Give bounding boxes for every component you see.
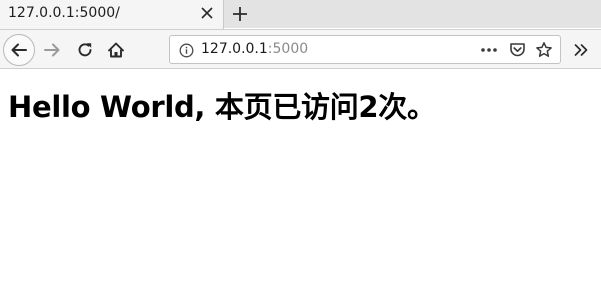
pocket-icon[interactable] — [508, 41, 526, 59]
reload-button[interactable] — [74, 39, 96, 61]
address-bar[interactable]: 127.0.0.1:5000 — [169, 35, 561, 64]
reload-icon — [76, 41, 94, 59]
arrow-right-icon — [43, 41, 61, 59]
star-icon[interactable] — [535, 41, 553, 59]
close-icon[interactable] — [198, 4, 216, 22]
home-button[interactable] — [105, 39, 127, 61]
home-icon — [107, 41, 125, 59]
tab-title: 127.0.0.1:5000/ — [8, 5, 120, 21]
forward-button[interactable] — [41, 39, 63, 61]
navigation-toolbar: 127.0.0.1:5000 — [0, 29, 601, 69]
url-host: 127.0.0.1 — [201, 41, 268, 57]
info-icon[interactable] — [177, 41, 195, 59]
chevron-double-right-icon — [573, 42, 589, 58]
arrow-left-icon — [10, 41, 28, 59]
overflow-menu-button[interactable] — [570, 39, 592, 61]
plus-icon[interactable] — [229, 3, 251, 25]
tab-strip: 127.0.0.1:5000/ — [0, 0, 601, 29]
page-heading: Hello World, 本页已访问2次。 — [8, 90, 436, 124]
tab-active[interactable]: 127.0.0.1:5000/ — [0, 0, 224, 29]
url-port: :5000 — [267, 41, 309, 57]
url-text[interactable]: 127.0.0.1:5000 — [201, 41, 308, 57]
more-icon[interactable] — [480, 41, 498, 59]
back-button[interactable] — [3, 34, 35, 66]
